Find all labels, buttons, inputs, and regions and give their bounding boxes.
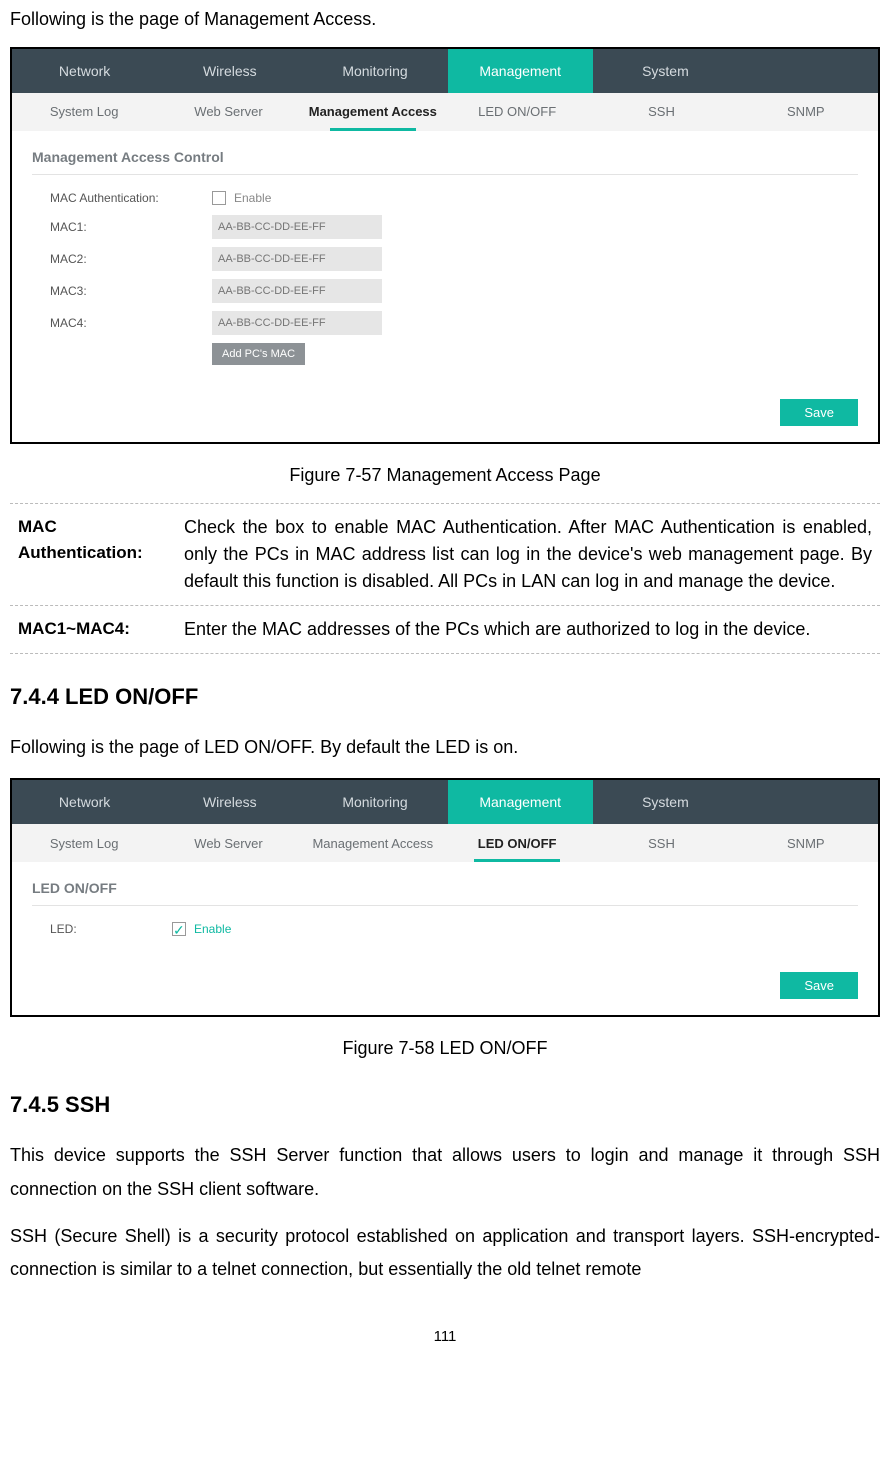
input-mac1[interactable]: [212, 215, 382, 239]
label-mac-auth: MAC Authentication:: [32, 189, 212, 207]
secondary-nav-1: System Log Web Server Management Access …: [12, 93, 878, 131]
save-button-1[interactable]: Save: [780, 399, 858, 426]
secondary-nav-2: System Log Web Server Management Access …: [12, 824, 878, 862]
row-led: LED: Enable: [32, 920, 858, 938]
nav2-system[interactable]: System: [593, 780, 738, 824]
row-mac4: MAC4:: [32, 311, 858, 335]
definition-list: MAC Authentication: Check the box to ena…: [10, 503, 880, 654]
subnav2-web-server[interactable]: Web Server: [156, 824, 300, 862]
led-panel: LED ON/OFF LED: Enable: [12, 862, 878, 966]
nav2-management[interactable]: Management: [448, 780, 593, 824]
def-term-mac1-4: MAC1~MAC4:: [10, 616, 170, 643]
intro-text-1: Following is the page of Management Acce…: [10, 6, 880, 33]
subnav-web-server[interactable]: Web Server: [156, 93, 300, 131]
label-led: LED:: [32, 920, 172, 938]
panel-heading-1: Management Access Control: [32, 147, 858, 168]
intro-text-2: Following is the page of LED ON/OFF. By …: [10, 731, 880, 764]
subnav-ssh[interactable]: SSH: [589, 93, 733, 131]
def-row-mac1-4: MAC1~MAC4: Enter the MAC addresses of th…: [10, 605, 880, 654]
button-row-1: Save: [12, 393, 878, 442]
input-mac2[interactable]: [212, 247, 382, 271]
primary-nav-2: Network Wireless Monitoring Management S…: [12, 780, 878, 824]
subnav-snmp[interactable]: SNMP: [734, 93, 878, 131]
label-mac4: MAC4:: [32, 314, 212, 332]
row-mac-auth: MAC Authentication: Enable: [32, 189, 858, 207]
nav-network[interactable]: Network: [12, 49, 157, 93]
checkbox-led[interactable]: [172, 922, 186, 936]
button-row-2: Save: [12, 966, 878, 1015]
def-desc-mac1-4: Enter the MAC addresses of the PCs which…: [170, 616, 880, 643]
label-mac1: MAC1:: [32, 218, 212, 236]
nav-management[interactable]: Management: [448, 49, 593, 93]
label-mac2: MAC2:: [32, 250, 212, 268]
nav-system[interactable]: System: [593, 49, 738, 93]
row-mac1: MAC1:: [32, 215, 858, 239]
row-mac3: MAC3:: [32, 279, 858, 303]
nav2-monitoring[interactable]: Monitoring: [302, 780, 447, 824]
row-mac2: MAC2:: [32, 247, 858, 271]
ssh-paragraph-1: This device supports the SSH Server func…: [10, 1139, 880, 1206]
ssh-paragraph-2: SSH (Secure Shell) is a security protoco…: [10, 1220, 880, 1287]
nav-wireless[interactable]: Wireless: [157, 49, 302, 93]
checkbox-label-mac-auth: Enable: [234, 189, 271, 207]
subnav2-system-log[interactable]: System Log: [12, 824, 156, 862]
label-mac3: MAC3:: [32, 282, 212, 300]
checkbox-mac-auth[interactable]: [212, 191, 226, 205]
panel-heading-2: LED ON/OFF: [32, 878, 858, 899]
subnav2-led[interactable]: LED ON/OFF: [445, 824, 589, 862]
section-heading-744: 7.4.4 LED ON/OFF: [10, 680, 880, 713]
subnav-management-access[interactable]: Management Access: [301, 93, 445, 131]
figure-caption-1: Figure 7-57 Management Access Page: [10, 462, 880, 489]
management-access-panel: Management Access Control MAC Authentica…: [12, 131, 878, 393]
nav-monitoring[interactable]: Monitoring: [302, 49, 447, 93]
def-desc-mac-auth: Check the box to enable MAC Authenticati…: [170, 514, 880, 595]
subnav2-snmp[interactable]: SNMP: [734, 824, 878, 862]
def-row-mac-auth: MAC Authentication: Check the box to ena…: [10, 503, 880, 605]
panel-divider-1: [32, 174, 858, 175]
input-mac4[interactable]: [212, 311, 382, 335]
page-number: 111: [10, 1326, 880, 1349]
section-heading-745: 7.4.5 SSH: [10, 1088, 880, 1121]
subnav-system-log[interactable]: System Log: [12, 93, 156, 131]
save-button-2[interactable]: Save: [780, 972, 858, 999]
add-pc-mac-button[interactable]: Add PC's MAC: [212, 343, 305, 365]
management-access-screenshot: Network Wireless Monitoring Management S…: [10, 47, 880, 444]
input-mac3[interactable]: [212, 279, 382, 303]
nav2-wireless[interactable]: Wireless: [157, 780, 302, 824]
subnav2-ssh[interactable]: SSH: [589, 824, 733, 862]
def-term-mac-auth: MAC Authentication:: [10, 514, 170, 595]
figure-caption-2: Figure 7-58 LED ON/OFF: [10, 1035, 880, 1062]
nav2-network[interactable]: Network: [12, 780, 157, 824]
primary-nav-1: Network Wireless Monitoring Management S…: [12, 49, 878, 93]
row-add-mac: Add PC's MAC: [32, 343, 858, 365]
subnav-led[interactable]: LED ON/OFF: [445, 93, 589, 131]
panel-divider-2: [32, 905, 858, 906]
checkbox-label-led: Enable: [194, 920, 231, 938]
subnav2-management-access[interactable]: Management Access: [301, 824, 445, 862]
led-onoff-screenshot: Network Wireless Monitoring Management S…: [10, 778, 880, 1017]
